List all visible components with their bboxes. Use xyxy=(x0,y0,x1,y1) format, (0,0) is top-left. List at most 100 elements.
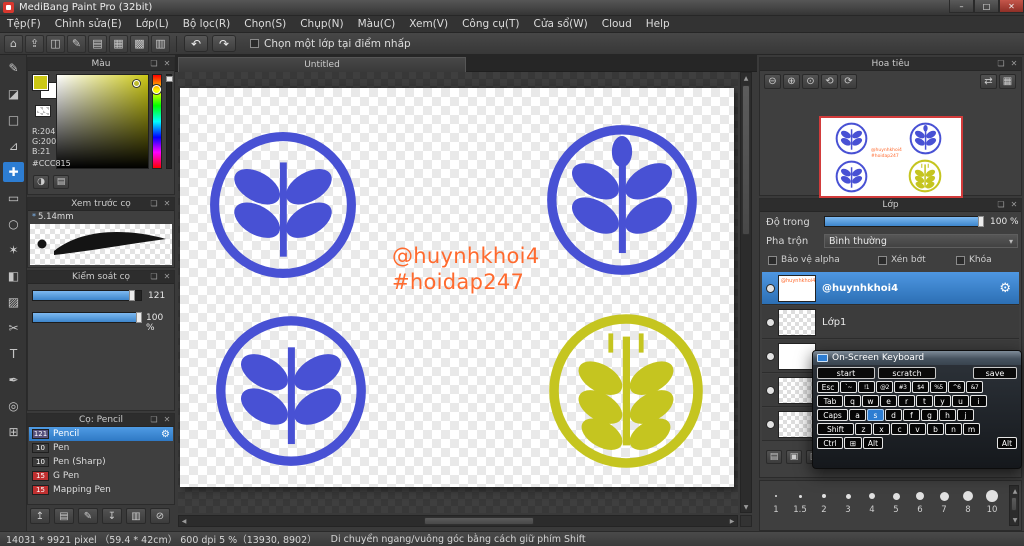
comment-icon[interactable]: ◫ xyxy=(46,34,65,53)
eraser-tool-icon[interactable]: ◪ xyxy=(3,84,24,104)
osk-key-g[interactable]: g xyxy=(921,409,938,421)
osk-key-c[interactable]: c xyxy=(891,423,908,435)
divide-tool-icon[interactable]: ⊞ xyxy=(3,422,24,442)
osk-key-2[interactable]: @2 xyxy=(876,381,893,393)
osk-key-w[interactable]: w xyxy=(862,395,879,407)
osk-key-m[interactable]: m xyxy=(963,423,980,435)
size-palette-scrollbar[interactable]: ▲ ▼ xyxy=(1009,485,1019,526)
zoom-in-icon[interactable]: ⊕ xyxy=(783,74,800,89)
menu-window[interactable]: Cửa sổ(W) xyxy=(527,16,595,33)
osk-key-n[interactable]: n xyxy=(945,423,962,435)
osk-start-button[interactable]: start xyxy=(817,367,875,379)
menu-layer[interactable]: Lớp(L) xyxy=(129,16,176,33)
size-option-5[interactable]: 5 xyxy=(884,489,908,515)
close-icon[interactable]: ✕ xyxy=(1009,59,1019,68)
osk-key-i[interactable]: i xyxy=(970,395,987,407)
brush-up-button[interactable]: ↥ xyxy=(30,508,50,524)
rotate-left-icon[interactable]: ⟲ xyxy=(821,74,838,89)
popout-icon[interactable]: ❏ xyxy=(149,415,159,424)
brush-folder-button[interactable]: ▤ xyxy=(54,508,74,524)
transparent-swatch[interactable] xyxy=(36,106,50,116)
saturation-value-picker[interactable] xyxy=(56,74,149,169)
alpha-lock-checkbox[interactable] xyxy=(768,255,777,265)
bucket-tool-icon[interactable]: ◧ xyxy=(3,266,24,286)
zoom-out-icon[interactable]: ⊖ xyxy=(764,74,781,89)
brush-delete-button[interactable]: ⊘ xyxy=(150,508,170,524)
osk-key-4[interactable]: $4 xyxy=(912,381,929,393)
zoom-actual-icon[interactable]: ⊙ xyxy=(802,74,819,89)
osk-key-1[interactable]: !1 xyxy=(858,381,875,393)
pen-tool-icon[interactable]: ✎ xyxy=(3,58,24,78)
popout-icon[interactable]: ❏ xyxy=(149,199,159,208)
osk-key-a[interactable]: a xyxy=(849,409,866,421)
brush-folder2-button[interactable]: ▥ xyxy=(126,508,146,524)
canvas-vertical-scrollbar[interactable]: ▲ ▼ xyxy=(740,72,752,513)
brush-size-slider[interactable] xyxy=(32,290,142,301)
slope-tool-icon[interactable]: ⊿ xyxy=(3,136,24,156)
hue-slider[interactable] xyxy=(152,74,162,169)
move-tool-icon[interactable]: ✚ xyxy=(3,162,24,182)
osk-key-r[interactable]: r xyxy=(898,395,915,407)
osk-key-d[interactable]: d xyxy=(885,409,902,421)
select-layer-checkbox[interactable] xyxy=(250,39,259,48)
cut-tool-icon[interactable]: ✂ xyxy=(3,318,24,338)
grid-icon[interactable]: ▦ xyxy=(109,34,128,53)
foreground-swatch[interactable] xyxy=(33,75,48,90)
close-icon[interactable]: ✕ xyxy=(1009,200,1019,209)
menu-tools[interactable]: Công cụ(T) xyxy=(455,16,526,33)
brush-down-button[interactable]: ↧ xyxy=(102,508,122,524)
duplicate-layer-button[interactable]: ▣ xyxy=(786,450,802,464)
brush-item-mapping-pen[interactable]: 15 Mapping Pen xyxy=(29,483,173,497)
canvas-horizontal-scrollbar[interactable]: ◀ ▶ xyxy=(178,515,738,527)
redo-button[interactable]: ↷ xyxy=(212,35,236,52)
size-option-4[interactable]: 4 xyxy=(860,489,884,515)
upload-icon[interactable]: ⇪ xyxy=(25,34,44,53)
popout-icon[interactable]: ❏ xyxy=(996,200,1006,209)
osk-key-b[interactable]: b xyxy=(927,423,944,435)
size-option-3[interactable]: 3 xyxy=(836,489,860,515)
home-icon[interactable]: ⌂ xyxy=(4,34,23,53)
maximize-button[interactable]: □ xyxy=(974,0,999,13)
rect-tool-icon[interactable]: □ xyxy=(3,110,24,130)
osk-key-u[interactable]: u xyxy=(952,395,969,407)
close-icon[interactable]: ✕ xyxy=(162,272,172,281)
menu-snap[interactable]: Chụp(N) xyxy=(293,16,350,33)
close-icon[interactable]: ✕ xyxy=(162,415,172,424)
osk-key-j[interactable]: j xyxy=(957,409,974,421)
layer-row-lop1[interactable]: Lớp1 xyxy=(762,306,1019,339)
on-screen-keyboard-window[interactable]: On-Screen Keyboard start scratch save Es… xyxy=(812,350,1022,469)
scroll-up-icon[interactable]: ▲ xyxy=(1010,486,1020,496)
thumbnail-toggle-icon[interactable]: ▦ xyxy=(999,74,1016,89)
menu-view[interactable]: Xem(V) xyxy=(402,16,455,33)
lock-checkbox[interactable] xyxy=(956,255,965,265)
osk-key-f[interactable]: f xyxy=(903,409,920,421)
popout-icon[interactable]: ❏ xyxy=(149,272,159,281)
add-layer-button[interactable]: ▤ xyxy=(766,450,782,464)
menu-select[interactable]: Chọn(S) xyxy=(237,16,293,33)
brush-item-pen-sharp[interactable]: 10 Pen (Sharp) xyxy=(29,455,173,469)
material-icon[interactable]: ▩ xyxy=(130,34,149,53)
osk-key-win[interactable]: ⊞ xyxy=(844,437,862,449)
osk-save-button[interactable]: save xyxy=(973,367,1017,379)
visibility-icon[interactable] xyxy=(762,386,778,394)
undo-button[interactable]: ↶ xyxy=(184,35,208,52)
scroll-left-icon[interactable]: ◀ xyxy=(179,516,189,526)
osk-key-tab[interactable]: Tab xyxy=(817,395,843,407)
osk-key-s[interactable]: s xyxy=(867,409,884,421)
brush-item-g-pen[interactable]: 15 G Pen xyxy=(29,469,173,483)
panel-layout-icon[interactable]: ▤ xyxy=(88,34,107,53)
osk-key-shift[interactable]: Shift xyxy=(817,423,854,435)
menu-file[interactable]: Tệp(F) xyxy=(0,16,48,33)
brush-item-pencil[interactable]: 121 Pencil ⚙ xyxy=(29,427,173,441)
close-button[interactable]: ✕ xyxy=(999,0,1024,13)
opacity-slider-handle[interactable] xyxy=(166,76,173,82)
osk-key-6[interactable]: ^6 xyxy=(948,381,965,393)
menu-filter[interactable]: Bộ lọc(R) xyxy=(176,16,238,33)
layer-opacity-slider[interactable] xyxy=(824,216,984,227)
web-color-icon[interactable]: ◑ xyxy=(33,175,49,189)
menu-color[interactable]: Màu(C) xyxy=(351,16,403,33)
gradient-tool-icon[interactable]: ▨ xyxy=(3,292,24,312)
gear-icon[interactable]: ⚙ xyxy=(999,281,1011,296)
minimize-button[interactable]: – xyxy=(949,0,974,13)
scroll-down-icon[interactable]: ▼ xyxy=(741,502,751,512)
